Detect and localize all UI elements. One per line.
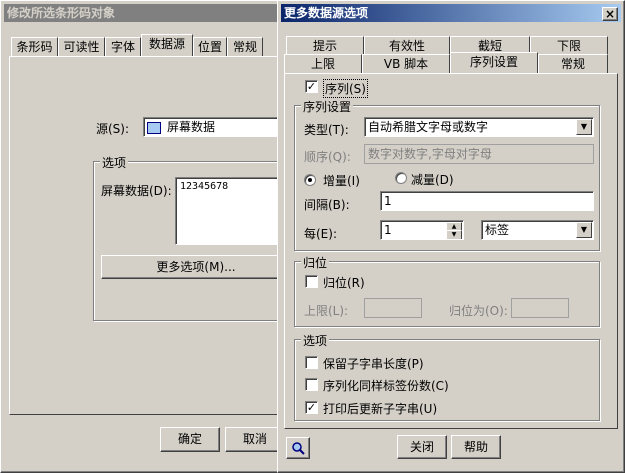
type-value: 自动希腊文字母或数字 xyxy=(368,120,489,134)
tab-font[interactable]: 字体 xyxy=(105,37,141,57)
cancel-button[interactable]: 取消 xyxy=(225,427,285,452)
spinner-down-icon[interactable]: ▼ xyxy=(446,230,462,239)
reset-group-title: 归位 xyxy=(301,254,330,271)
tab-general[interactable]: 常规 xyxy=(227,37,263,57)
options-group-title: 选项 xyxy=(100,154,129,171)
tab-validity[interactable]: 有效性 xyxy=(364,36,450,56)
every-spinner[interactable]: 1 ▲ ▼ xyxy=(380,220,464,240)
update-after-print-label: 打印后更新子字串(U) xyxy=(323,402,438,416)
type-select[interactable]: 自动希腊文字母或数字 ▼ xyxy=(364,117,594,137)
order-value: 数字对数字,字母对字母 xyxy=(368,147,492,161)
tab-barcode[interactable]: 条形码 xyxy=(11,37,58,57)
screen-icon xyxy=(147,121,161,134)
tab-datasource[interactable]: 数据源 xyxy=(141,34,193,57)
tab-lower-limit[interactable]: 下限 xyxy=(530,36,608,56)
every-label: 每(E): xyxy=(304,227,337,241)
source-label: 源(S): xyxy=(96,122,130,136)
help-icon[interactable] xyxy=(286,437,310,459)
upper-label: 上限(L): xyxy=(304,304,349,318)
chevron-down-icon[interactable]: ▼ xyxy=(576,222,592,238)
every-unit-select[interactable]: 标签 ▼ xyxy=(481,220,594,240)
screen-data-value: 12345678 xyxy=(180,181,229,192)
reset-to-field xyxy=(511,298,569,318)
tab-upper-limit[interactable]: 上限 xyxy=(284,54,362,74)
options-group-front-title: 选项 xyxy=(301,332,330,349)
decrement-radio[interactable] xyxy=(395,172,407,184)
every-unit-value: 标签 xyxy=(485,223,510,237)
order-label: 顺序(Q): xyxy=(304,150,351,164)
interval-field[interactable]: 1 xyxy=(380,191,594,211)
keep-length-checkbox[interactable] xyxy=(305,356,318,369)
decrement-label: 减量(D) xyxy=(411,173,454,187)
increment-label: 增量(I) xyxy=(323,174,360,188)
serialize-copies-checkbox[interactable] xyxy=(305,378,318,391)
reset-to-label: 归位为(O): xyxy=(449,304,508,318)
tab-serial-settings[interactable]: 序列设置 xyxy=(450,52,538,74)
keep-length-label: 保留子字串长度(P) xyxy=(323,357,424,371)
serial-settings-title: 序列设置 xyxy=(301,98,354,115)
chevron-down-icon[interactable]: ▼ xyxy=(576,119,592,135)
back-dialog-title: 修改所选条形码对象 xyxy=(4,4,279,22)
tab-vb-script[interactable]: VB 脚本 xyxy=(362,54,450,74)
back-dialog: 修改所选条形码对象 条形码 可读性 字体 数据源 位置 常规 源(S): 屏幕数… xyxy=(0,0,299,473)
reset-checkbox[interactable] xyxy=(305,275,318,288)
source-value: 屏幕数据 xyxy=(167,120,216,134)
tab-general-front[interactable]: 常规 xyxy=(538,54,608,74)
update-after-print-checkbox[interactable]: ✓ xyxy=(305,401,318,414)
increment-radio[interactable] xyxy=(304,174,316,186)
interval-value: 1 xyxy=(384,194,392,208)
close-icon[interactable]: × xyxy=(602,7,618,21)
upper-field xyxy=(364,298,422,318)
front-dialog-title: 更多数据源选项 xyxy=(281,4,621,22)
tab-readability[interactable]: 可读性 xyxy=(58,37,105,57)
reset-checkbox-label: 归位(R) xyxy=(323,276,365,290)
type-label: 类型(T): xyxy=(304,123,349,137)
screen-data-label: 屏幕数据(D): xyxy=(101,184,172,198)
source-field[interactable]: 屏幕数据 xyxy=(143,117,293,137)
front-dialog: 更多数据源选项 × 提示 有效性 截短 下限 上限 VB 脚本 序列设置 常规 … xyxy=(277,0,625,473)
close-button[interactable]: 关闭 xyxy=(397,435,447,459)
order-field: 数字对数字,字母对字母 xyxy=(364,144,594,164)
tab-prompt[interactable]: 提示 xyxy=(286,36,364,56)
tab-position[interactable]: 位置 xyxy=(193,37,227,57)
serialize-copies-label: 序列化同样标签份数(C) xyxy=(323,379,449,393)
serial-checkbox[interactable]: ✓ xyxy=(305,80,318,93)
ok-button[interactable]: 确定 xyxy=(160,427,220,452)
more-options-button[interactable]: 更多选项(M)... xyxy=(101,255,291,279)
interval-label: 间隔(B): xyxy=(304,198,350,212)
help-button[interactable]: 帮助 xyxy=(451,435,501,459)
every-value: 1 xyxy=(384,223,392,237)
serial-checkbox-label: 序列(S) xyxy=(323,79,368,98)
